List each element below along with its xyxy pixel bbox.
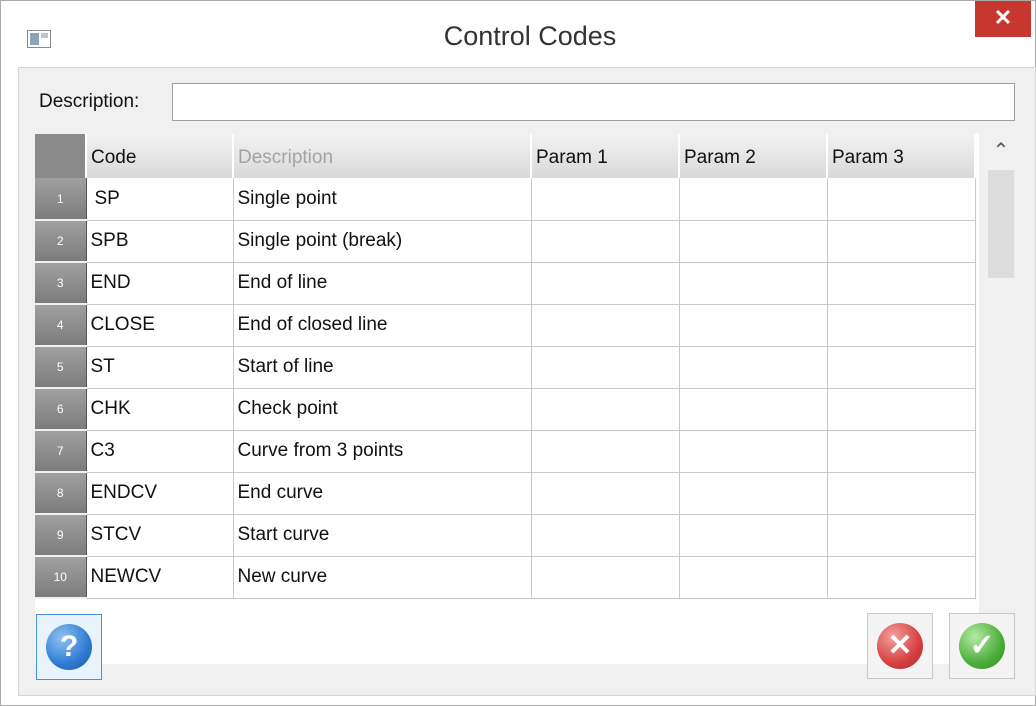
column-header-param-2[interactable]: Param 2	[679, 134, 828, 178]
code-cell[interactable]: CLOSE	[86, 304, 234, 347]
row-number[interactable]: 7	[35, 430, 87, 473]
scrollbar-thumb[interactable]	[988, 170, 1014, 278]
table-row[interactable]: 4 CLOSE End of closed line	[35, 304, 976, 347]
description-cell[interactable]: New curve	[233, 556, 532, 599]
description-input[interactable]	[172, 83, 1015, 121]
code-cell[interactable]: STCV	[86, 514, 234, 557]
vertical-scrollbar[interactable]: ⌃ ⌄	[983, 134, 1019, 664]
close-icon: ✕	[993, 5, 1013, 30]
row-number[interactable]: 8	[35, 472, 87, 515]
param-3-cell[interactable]	[827, 220, 976, 263]
code-cell[interactable]: C3	[86, 430, 234, 473]
param-3-cell[interactable]	[827, 472, 976, 515]
description-cell[interactable]: Start of line	[233, 346, 532, 389]
param-2-cell[interactable]	[679, 514, 828, 557]
param-1-cell[interactable]	[531, 556, 680, 599]
help-icon: ?	[46, 624, 92, 670]
param-2-cell[interactable]	[679, 262, 828, 305]
table-row[interactable]: 7 C3 Curve from 3 points	[35, 430, 976, 473]
code-cell[interactable]: SPB	[86, 220, 234, 263]
control-codes-grid: Code Description Param 1 Param 2 Param 3…	[35, 134, 979, 664]
cancel-icon: ✕	[877, 623, 923, 669]
code-cell[interactable]: END	[86, 262, 234, 305]
dialog-content: Description: Code Description Param 1 Pa…	[18, 67, 1036, 696]
ok-icon: ✓	[959, 623, 1005, 669]
table-row[interactable]: 2 SPB Single point (break)	[35, 220, 976, 263]
param-1-cell[interactable]	[531, 388, 680, 431]
param-1-cell[interactable]	[531, 262, 680, 305]
row-number[interactable]: 10	[35, 556, 87, 599]
ok-button[interactable]: ✓	[949, 613, 1015, 679]
code-cell[interactable]: NEWCV	[86, 556, 234, 599]
table-row[interactable]: 6 CHK Check point	[35, 388, 976, 431]
description-cell[interactable]: Single point (break)	[233, 220, 532, 263]
param-2-cell[interactable]	[679, 472, 828, 515]
param-1-cell[interactable]	[531, 346, 680, 389]
table-row[interactable]: 8 ENDCV End curve	[35, 472, 976, 515]
param-1-cell[interactable]	[531, 514, 680, 557]
table-row[interactable]: 5 ST Start of line	[35, 346, 976, 389]
description-cell[interactable]: End of closed line	[233, 304, 532, 347]
control-codes-window: Control Codes ✕ Description: Code Descri…	[0, 0, 1036, 706]
param-2-cell[interactable]	[679, 346, 828, 389]
row-number[interactable]: 4	[35, 304, 87, 347]
table-row[interactable]: 9 STCV Start curve	[35, 514, 976, 557]
code-cell[interactable]: ST	[86, 346, 234, 389]
param-1-cell[interactable]	[531, 304, 680, 347]
help-icon-glyph: ?	[59, 630, 79, 663]
row-number[interactable]: 9	[35, 514, 87, 557]
title-bar: Control Codes ✕	[1, 1, 1035, 67]
param-3-cell[interactable]	[827, 262, 976, 305]
description-cell[interactable]: Curve from 3 points	[233, 430, 532, 473]
param-1-cell[interactable]	[531, 430, 680, 473]
window-title: Control Codes	[443, 21, 617, 51]
param-3-cell[interactable]	[827, 514, 976, 557]
cancel-icon-glyph: ✕	[887, 629, 913, 662]
param-1-cell[interactable]	[531, 220, 680, 263]
row-number[interactable]: 1	[35, 178, 87, 221]
param-3-cell[interactable]	[827, 346, 976, 389]
row-number[interactable]: 6	[35, 388, 87, 431]
param-2-cell[interactable]	[679, 178, 828, 221]
param-2-cell[interactable]	[679, 556, 828, 599]
column-header-param-1[interactable]: Param 1	[531, 134, 680, 178]
code-cell[interactable]: CHK	[86, 388, 234, 431]
description-cell[interactable]: Check point	[233, 388, 532, 431]
cancel-button[interactable]: ✕	[867, 613, 933, 679]
description-cell[interactable]: Single point	[233, 178, 532, 221]
row-number[interactable]: 2	[35, 220, 87, 263]
scroll-up-icon[interactable]: ⌃	[989, 138, 1013, 162]
param-2-cell[interactable]	[679, 430, 828, 473]
code-cell[interactable]: SP	[86, 178, 234, 221]
description-cell[interactable]: Start curve	[233, 514, 532, 557]
row-number[interactable]: 3	[35, 262, 87, 305]
param-3-cell[interactable]	[827, 304, 976, 347]
row-number[interactable]: 5	[35, 346, 87, 389]
description-label: Description:	[39, 91, 140, 112]
table-row[interactable]: 1 SP Single point	[35, 178, 976, 221]
help-button[interactable]: ?	[36, 614, 102, 680]
grid-corner[interactable]	[35, 134, 87, 178]
description-cell[interactable]: End curve	[233, 472, 532, 515]
param-2-cell[interactable]	[679, 220, 828, 263]
code-cell[interactable]: ENDCV	[86, 472, 234, 515]
param-2-cell[interactable]	[679, 388, 828, 431]
param-3-cell[interactable]	[827, 556, 976, 599]
description-cell[interactable]: End of line	[233, 262, 532, 305]
param-2-cell[interactable]	[679, 304, 828, 347]
param-1-cell[interactable]	[531, 472, 680, 515]
param-3-cell[interactable]	[827, 388, 976, 431]
param-3-cell[interactable]	[827, 430, 976, 473]
column-header-code[interactable]: Code	[86, 134, 234, 178]
table-row[interactable]: 10 NEWCV New curve	[35, 556, 976, 599]
table-row[interactable]: 3 END End of line	[35, 262, 976, 305]
close-button[interactable]: ✕	[975, 1, 1031, 37]
column-header-description[interactable]: Description	[233, 134, 532, 178]
ok-icon-glyph: ✓	[969, 629, 995, 662]
grid-header-row: Code Description Param 1 Param 2 Param 3	[35, 134, 976, 178]
column-header-param-3[interactable]: Param 3	[827, 134, 976, 178]
param-3-cell[interactable]	[827, 178, 976, 221]
param-1-cell[interactable]	[531, 178, 680, 221]
